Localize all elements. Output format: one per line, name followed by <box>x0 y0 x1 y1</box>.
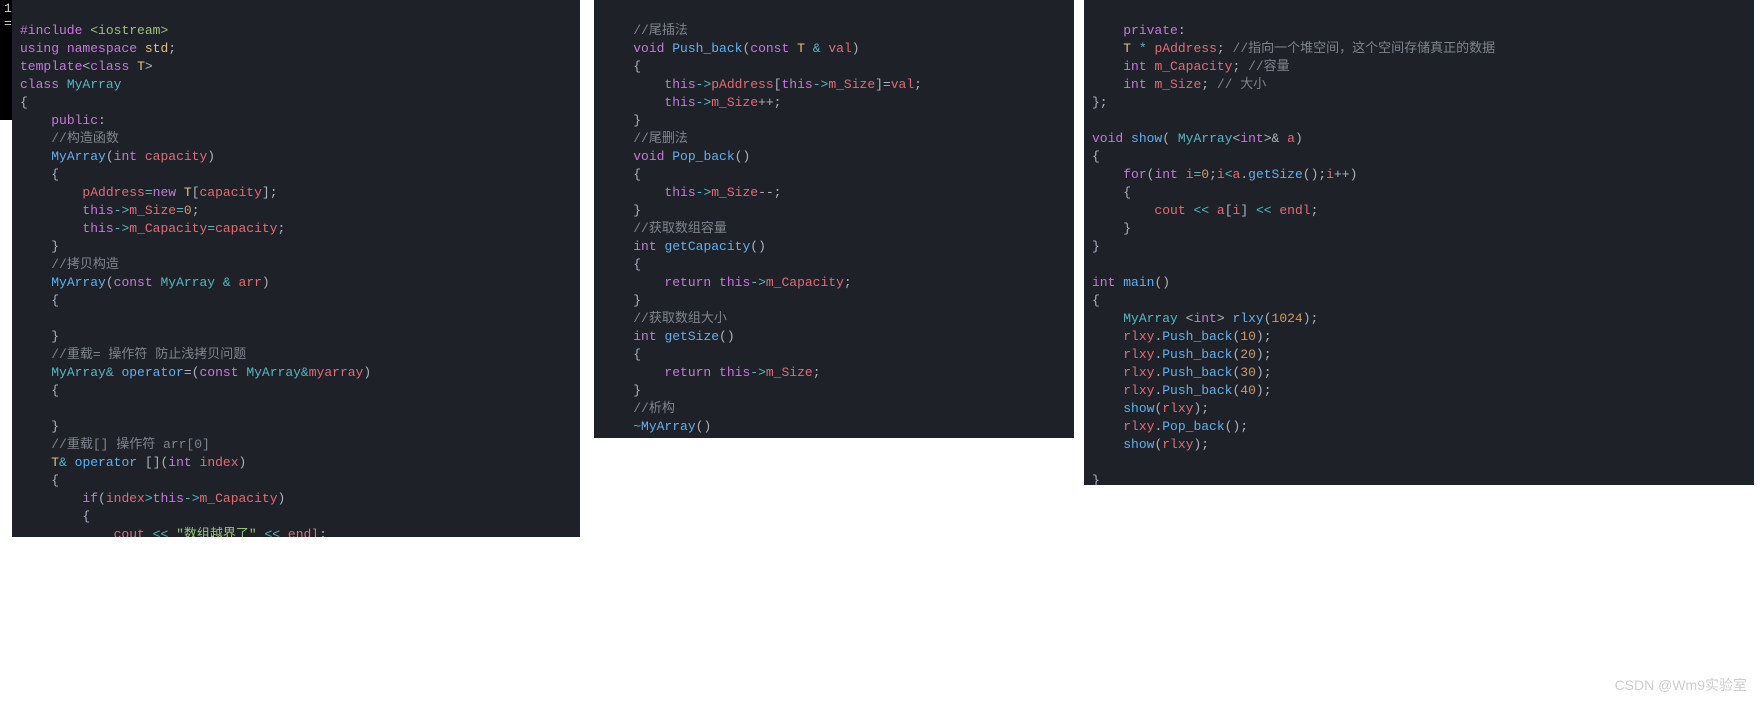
kw-include: #include <box>20 23 82 38</box>
code-panel-3: private: T * pAddress; //指向一个堆空间，这个空间存储真… <box>1084 0 1754 485</box>
hdr-iostream: <iostream> <box>90 23 168 38</box>
watermark: CSDN @Wm9实验室 <box>1615 676 1747 694</box>
code-panel-2: //尾插法 void Push_back(const T & val) { th… <box>594 0 1074 438</box>
code-panel-1: #include <iostream> using namespace std;… <box>12 0 580 537</box>
